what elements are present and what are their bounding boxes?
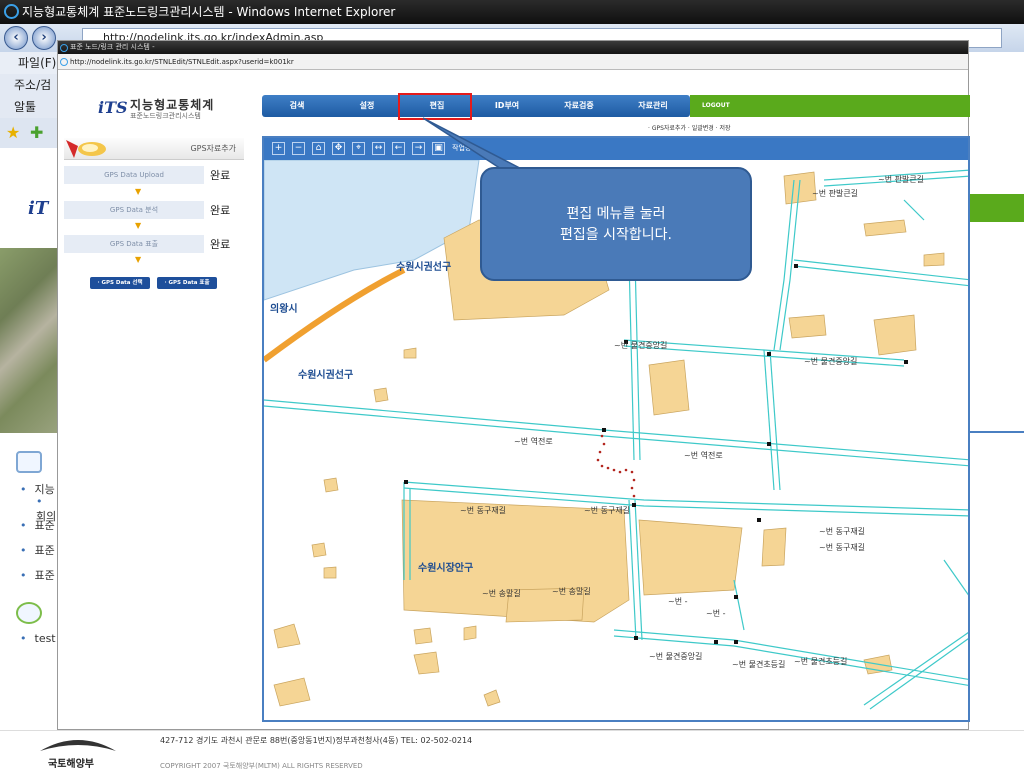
callout-line-1: 편집 메뉴를 눌러 (566, 206, 666, 222)
map-label-road: ~번 송말길 (552, 587, 591, 596)
callout-bubble: 편집 메뉴를 눌러 편집을 시작합니다. (480, 167, 752, 281)
map-label-road: ~번 판발큰길 (812, 189, 859, 198)
gps-step-analyze: GPS Data 분석 완료 (64, 201, 244, 219)
map-label-road: ~번 물견초등길 (732, 660, 786, 669)
step-status: 완료 (210, 204, 231, 217)
map-label-road: ~번 물견중앙길 (804, 357, 858, 366)
ribbon-icon (66, 140, 106, 158)
outer-page-left: iT 지능 회의 표준 표준 표준 test (0, 148, 60, 728)
list-item[interactable]: 표준 (20, 567, 55, 583)
menu-settings[interactable]: 설정 (332, 95, 402, 117)
gps-trace (596, 434, 636, 498)
footer-copyright: COPYRIGHT 2007 국토해양부(MLTM) ALL RIGHTS RE… (160, 762, 363, 770)
gps-step-display: GPS Data 표출 완료 (64, 235, 244, 253)
ie-logo-icon (4, 4, 19, 19)
map-label-road: ~번 - (706, 609, 726, 618)
list-item[interactable]: 표준 (20, 517, 55, 533)
address-label: 주소/검 (0, 74, 60, 96)
map-label-road: ~번 물견중앙길 (649, 652, 703, 661)
map-label-road: ~번 - (668, 597, 688, 606)
back-icon[interactable]: ‹ (4, 26, 28, 50)
map-label-road: ~번 동구재길 (584, 506, 631, 515)
menu-data-manage[interactable]: 자료관리 (616, 95, 690, 117)
map-label-city: 의왕시 (270, 304, 298, 315)
map-label-district: 수원시권선구 (396, 262, 452, 273)
home-icon[interactable]: ⌂ (312, 142, 325, 155)
page-footer: 국토해양부 427-712 경기도 과천시 관문로 88번(중앙동1번지)정부과… (0, 730, 1024, 770)
map-label-road: ~번 역전로 (684, 451, 723, 460)
favorites-bar: ★ ✚ (0, 118, 60, 148)
footer-address: 427-712 경기도 과천시 관문로 88번(중앙동1번지)정부과천청사(4동… (160, 736, 473, 745)
ie-logo-icon (60, 44, 68, 52)
browser-title: 지능형교통체계 표준노드링크관리시스템 - Windows Internet E… (22, 5, 396, 19)
logout-button[interactable]: LOGOUT (702, 95, 730, 117)
links-bar[interactable]: 알툴 (0, 96, 60, 118)
ministry-logo-icon (40, 740, 116, 751)
down-arrow-icon: ▼ (135, 255, 142, 264)
popup-title-bar: 표준 노드/링크 관리 시스템 - (58, 41, 968, 54)
map-label-road: ~번 역전로 (514, 437, 553, 446)
its-logo-mark: iTS (98, 98, 128, 117)
gps-step-upload: GPS Data Upload 완료 (64, 166, 244, 184)
forward-icon[interactable]: › (32, 26, 56, 50)
step-status: 완료 (210, 169, 231, 182)
map-label-road: ~번 물견중앙길 (614, 341, 668, 350)
edit-popup-window: 표준 노드/링크 관리 시스템 - http://nodelink.its.go… (57, 40, 970, 730)
list-item[interactable]: 표준 (20, 542, 55, 558)
page-icon (60, 58, 68, 66)
gps-panel-title: GPS자료추가 (190, 144, 236, 153)
zoom-out-icon[interactable]: − (292, 142, 305, 155)
favorites-star-icon[interactable]: ★ (6, 123, 20, 142)
map-label-road: ~번 동구재길 (460, 506, 507, 515)
down-arrow-icon: ▼ (135, 221, 142, 230)
map-label-district: 수원시권선구 (298, 370, 354, 381)
pan-icon[interactable]: ✥ (332, 142, 345, 155)
map-label-road: ~번 판발큰길 (878, 175, 925, 184)
logo-subtitle: 표준노드링크관리시스템 (130, 112, 201, 120)
menu-green-bar: LOGOUT (690, 95, 970, 117)
list-item[interactable]: test (20, 632, 56, 645)
step-label[interactable]: GPS Data 분석 (64, 201, 204, 219)
map-label-district: 수원시장안구 (418, 563, 474, 574)
measure-icon[interactable]: ↔ (372, 142, 385, 155)
outer-its-logo: iT (28, 198, 49, 219)
menu-file[interactable]: 파일(F) (0, 52, 60, 74)
callout-line-2: 편집을 시작합니다. (560, 227, 672, 243)
outer-green-bar (969, 194, 1024, 222)
gps-panel-header: GPS자료추가 (64, 138, 244, 160)
popup-address: http://nodelink.its.go.kr/STNLEdit/STNLE… (70, 58, 294, 66)
popup-address-bar[interactable]: http://nodelink.its.go.kr/STNLEdit/STNLE… (58, 54, 968, 70)
aerial-photo (0, 248, 60, 433)
its-logo: iTS 지능형교통체계 표준노드링크관리시스템 (98, 96, 228, 120)
browser-title-bar: 지능형교통체계 표준노드링크관리시스템 - Windows Internet E… (0, 0, 1024, 24)
add-favorite-icon[interactable]: ✚ (30, 123, 43, 142)
map-label-road: ~번 동구재길 (819, 527, 866, 536)
notice-icon (16, 451, 42, 473)
step-status: 완료 (210, 238, 231, 251)
map-toolbar: + − ⌂ ✥ ⌖ ↔ ← → ▣ 작업창 (264, 138, 968, 160)
step-label[interactable]: GPS Data Upload (64, 166, 204, 184)
select-icon[interactable]: ⌖ (352, 142, 365, 155)
edit-submenu[interactable]: · GPS자료추가 · 일괄변경 · 저장 (648, 123, 808, 133)
step-label[interactable]: GPS Data 표출 (64, 235, 204, 253)
gps-data-select-button[interactable]: · GPS Data 선택 (90, 277, 150, 289)
popup-title: 표준 노드/링크 관리 시스템 - (70, 43, 155, 51)
down-arrow-icon: ▼ (135, 187, 142, 196)
menu-search[interactable]: 검색 (262, 95, 332, 117)
prev-view-icon[interactable]: ← (392, 142, 405, 155)
map-label-road: ~번 송말길 (482, 589, 521, 598)
outer-page-right (969, 148, 1024, 728)
gps-data-display-button[interactable]: · GPS Data 표출 (157, 277, 217, 289)
clock-icon (16, 602, 42, 624)
map-label-road: ~번 물견초등길 (794, 657, 848, 666)
zoom-in-icon[interactable]: + (272, 142, 285, 155)
map-label-road: ~번 동구재길 (819, 543, 866, 552)
